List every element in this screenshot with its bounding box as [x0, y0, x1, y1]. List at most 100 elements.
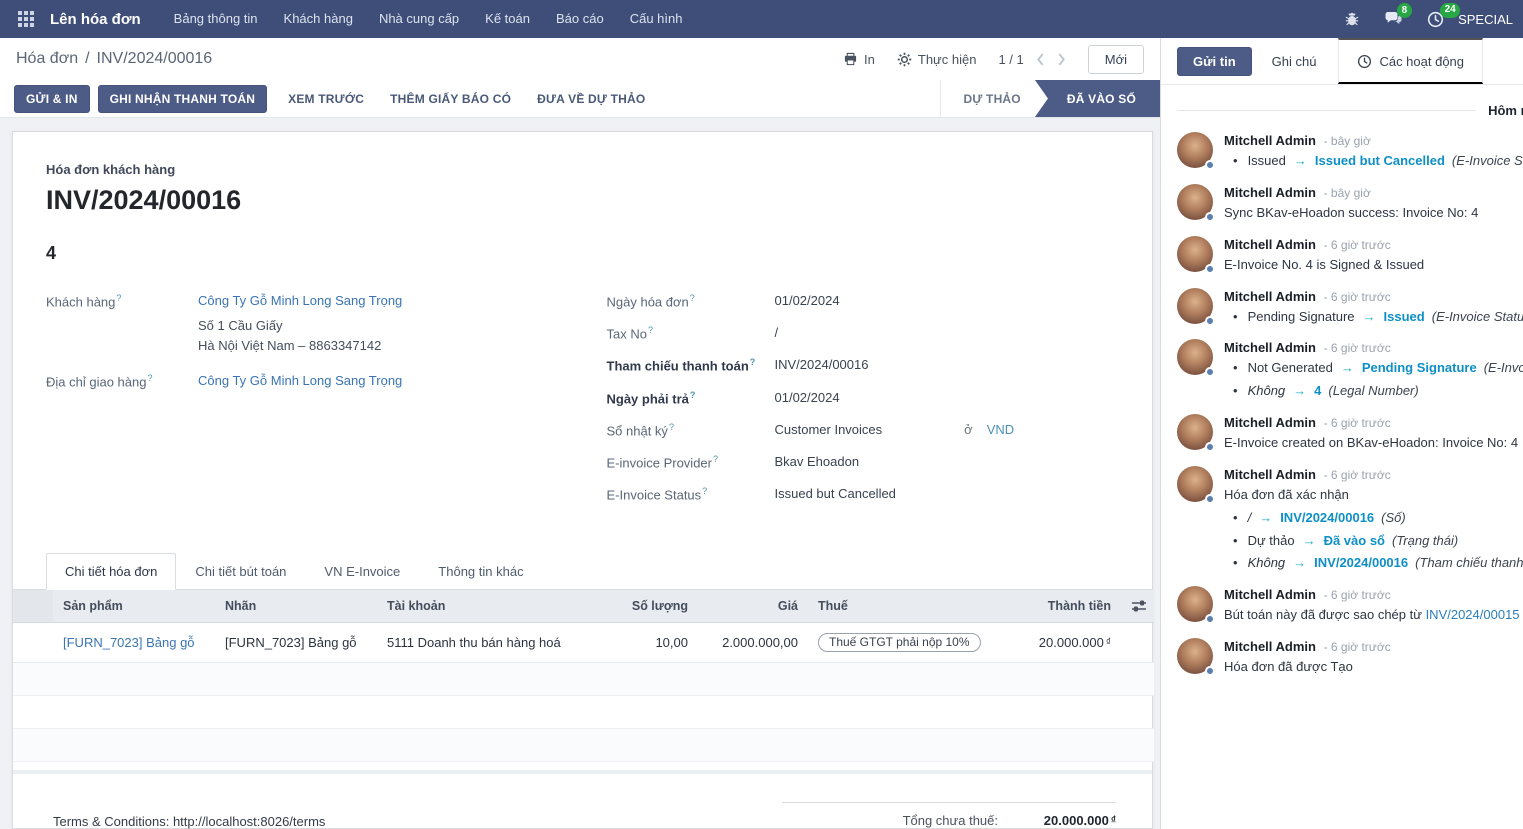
product-link[interactable]: [FURN_7023] Bảng gỗ	[63, 635, 195, 650]
action-menu-button[interactable]: Thực hiện	[897, 52, 977, 67]
menu-vendors[interactable]: Nhà cung cấp	[366, 0, 472, 38]
journal-name[interactable]: Customer Invoices	[775, 422, 883, 437]
col-label[interactable]: Nhãn	[215, 590, 377, 623]
optional-columns-icon[interactable]	[1121, 590, 1154, 623]
avatar[interactable]	[1177, 236, 1213, 272]
send-message-button[interactable]: Gửi tin	[1177, 47, 1252, 76]
avatar[interactable]	[1177, 339, 1213, 375]
debug-bug-icon[interactable]	[1344, 11, 1360, 27]
presence-indicator	[1205, 367, 1215, 377]
message-author[interactable]: Mitchell Admin	[1224, 467, 1316, 482]
invoice-lines-table: Sản phẩm Nhãn Tài khoản Số lượng Giá Thu…	[13, 590, 1154, 762]
breadcrumb-current: INV/2024/00016	[97, 50, 213, 67]
delivery-address-label: Địa chỉ giao hàng?	[46, 372, 198, 392]
menu-configuration[interactable]: Cấu hình	[617, 0, 696, 38]
printer-icon	[843, 52, 858, 66]
avatar[interactable]	[1177, 288, 1213, 324]
currency-link[interactable]: VND	[987, 422, 1014, 437]
breadcrumb-parent[interactable]: Hóa đơn	[16, 50, 78, 67]
invoice-name: INV/2024/00016	[46, 185, 1119, 216]
tracking-line: •Không→INV/2024/00016(Tham chiếu thanh t…	[1224, 554, 1523, 573]
message-author[interactable]: Mitchell Admin	[1224, 237, 1316, 252]
avatar[interactable]	[1177, 466, 1213, 502]
register-payment-button[interactable]: GHI NHẬN THANH TOÁN	[98, 85, 268, 113]
apps-menu-icon[interactable]	[18, 11, 34, 27]
presence-indicator	[1205, 494, 1215, 504]
tab-journal-items[interactable]: Chi tiết bút toán	[176, 553, 305, 590]
tab-vn-einvoice[interactable]: VN E-Invoice	[305, 553, 419, 590]
delivery-address-link[interactable]: Công Ty Gỗ Minh Long Sang Trọng	[198, 373, 402, 388]
col-tax[interactable]: Thuế	[808, 590, 998, 623]
due-date-value[interactable]: 01/02/2024	[775, 389, 840, 409]
activities-button[interactable]: Các hoạt động	[1338, 38, 1483, 84]
new-record-button[interactable]: Mới	[1088, 45, 1144, 74]
message-author[interactable]: Mitchell Admin	[1224, 133, 1316, 148]
untaxed-label: Tổng chưa thuế:	[903, 813, 998, 828]
terms-url[interactable]: http://localhost:8026/terms	[173, 814, 325, 829]
tracking-line: •/→INV/2024/00016(Số)	[1224, 509, 1523, 528]
tab-invoice-lines[interactable]: Chi tiết hóa đơn	[46, 553, 176, 590]
preview-button[interactable]: XEM TRƯỚC	[275, 86, 377, 112]
print-button[interactable]: In	[843, 52, 875, 67]
tax-no-value[interactable]: /	[775, 324, 779, 344]
message-author[interactable]: Mitchell Admin	[1224, 587, 1316, 602]
menu-dashboard[interactable]: Bảng thông tin	[161, 0, 271, 38]
message: Mitchell Admin - 6 giờ trước Hóa đơn đã …	[1177, 466, 1523, 573]
message-body: E-Invoice No. 4 is Signed & Issued	[1224, 256, 1523, 275]
message: Mitchell Admin - 6 giờ trước •Pending Si…	[1177, 288, 1523, 327]
einvoice-provider-value[interactable]: Bkav Ehoadon	[775, 453, 860, 473]
tab-other-info[interactable]: Thông tin khác	[419, 553, 542, 590]
presence-indicator	[1205, 316, 1215, 326]
presence-indicator	[1205, 264, 1215, 274]
log-note-button[interactable]: Ghi chú	[1268, 48, 1321, 75]
pager-previous-icon[interactable]	[1036, 53, 1045, 66]
payment-reference-value[interactable]: INV/2024/00016	[775, 356, 869, 376]
send-print-button[interactable]: GỬI & IN	[14, 85, 90, 113]
message-author[interactable]: Mitchell Admin	[1224, 340, 1316, 355]
einvoice-provider-label: E-invoice Provider?	[607, 453, 775, 473]
reset-to-draft-button[interactable]: ĐƯA VỀ DỰ THẢO	[524, 86, 658, 112]
tracking-line: •Issued→Issued but Cancelled(E-Invoice S…	[1224, 152, 1523, 171]
status-draft[interactable]: DỰ THẢO	[941, 80, 1047, 117]
message-author[interactable]: Mitchell Admin	[1224, 415, 1316, 430]
activities-clock-icon[interactable]: 24	[1427, 11, 1444, 28]
table-row[interactable]: [FURN_7023] Bảng gỗ [FURN_7023] Bảng gỗ …	[13, 623, 1154, 663]
menu-customers[interactable]: Khách hàng	[271, 0, 366, 38]
message-body: Bút toán này đã được sao chép từ INV/202…	[1224, 606, 1523, 625]
menu-reporting[interactable]: Báo cáo	[543, 0, 617, 38]
col-product[interactable]: Sản phẩm	[53, 590, 215, 623]
tax-tag: Thuế GTGT phải nộp 10%	[818, 633, 981, 652]
message-author[interactable]: Mitchell Admin	[1224, 185, 1316, 200]
status-posted[interactable]: ĐÃ VÀO SỔ	[1035, 80, 1160, 117]
col-price[interactable]: Giá	[698, 590, 808, 623]
breadcrumb-separator: /	[85, 50, 89, 67]
pager-next-icon[interactable]	[1057, 53, 1066, 66]
message: Mitchell Admin - 6 giờ trước E-Invoice N…	[1177, 236, 1523, 275]
customer-link[interactable]: Công Ty Gỗ Minh Long Sang Trọng	[198, 293, 402, 308]
add-credit-note-button[interactable]: THÊM GIẤY BÁO CÓ	[377, 86, 524, 112]
source-invoice-link[interactable]: INV/2024/00015	[1426, 607, 1520, 622]
messages-icon[interactable]: 8	[1384, 11, 1403, 27]
col-quantity[interactable]: Số lượng	[603, 590, 698, 623]
invoice-date-value[interactable]: 01/02/2024	[775, 292, 840, 312]
menu-accounting[interactable]: Kế toán	[472, 0, 543, 38]
avatar[interactable]	[1177, 184, 1213, 220]
app-name[interactable]: Lên hóa đơn	[50, 11, 141, 28]
einvoice-status-value[interactable]: Issued but Cancelled	[775, 485, 896, 505]
avatar[interactable]	[1177, 414, 1213, 450]
avatar[interactable]	[1177, 586, 1213, 622]
avatar[interactable]	[1177, 638, 1213, 674]
user-menu[interactable]: SPECIAL	[1458, 12, 1513, 27]
message-author[interactable]: Mitchell Admin	[1224, 639, 1316, 654]
line-account: 5111 Doanh thu bán hàng hoá	[377, 623, 603, 663]
col-subtotal[interactable]: Thành tiền	[998, 590, 1121, 623]
arrow-right-icon: →	[1293, 555, 1306, 570]
totals-block: Tổng chưa thuế: 20.000.000₫ Thuế GTGT 10…	[782, 802, 1116, 829]
message-author[interactable]: Mitchell Admin	[1224, 289, 1316, 304]
avatar[interactable]	[1177, 132, 1213, 168]
date-divider: Hôm nay	[1177, 103, 1523, 118]
presence-indicator	[1205, 442, 1215, 452]
col-account[interactable]: Tài khoản	[377, 590, 603, 623]
invoice-sheet: Hóa đơn khách hàng INV/2024/00016 4 Khác…	[12, 131, 1153, 829]
help-icon: ?	[147, 373, 152, 383]
